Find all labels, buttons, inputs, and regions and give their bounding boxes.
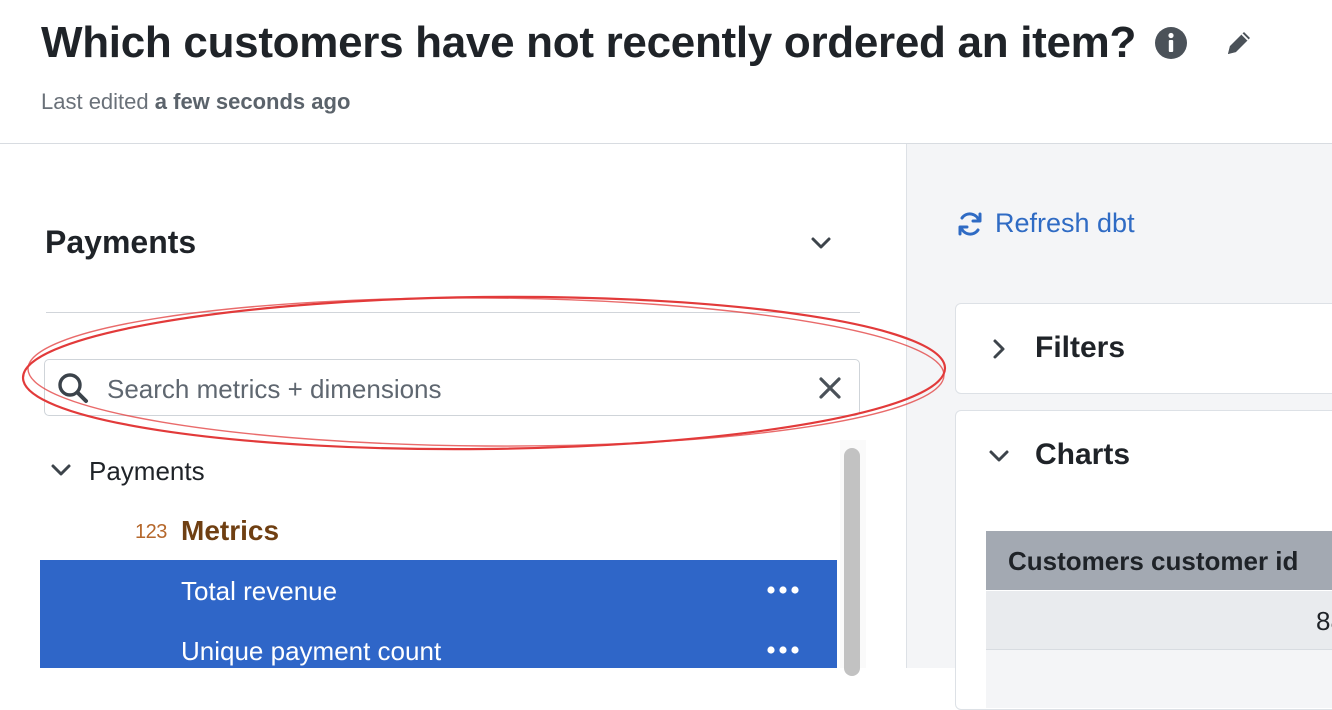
title-row: Which customers have not recently ordere… bbox=[41, 18, 1256, 68]
info-icon[interactable] bbox=[1154, 26, 1188, 60]
filters-title: Filters bbox=[1035, 331, 1126, 364]
page-header: Which customers have not recently ordere… bbox=[0, 0, 1332, 144]
page-title: Which customers have not recently ordere… bbox=[41, 18, 1137, 67]
chevron-down-icon[interactable] bbox=[46, 455, 76, 485]
field-tree: Payments 123 Metrics Total revenue Uniqu… bbox=[40, 440, 837, 668]
more-options-icon[interactable] bbox=[763, 638, 803, 662]
refresh-label: Refresh dbt bbox=[995, 208, 1135, 238]
close-icon[interactable] bbox=[815, 373, 845, 403]
charts-card: Charts Customers customer id 88 bbox=[955, 410, 1332, 710]
metrics-group-label: Metrics bbox=[181, 515, 280, 546]
table-row bbox=[986, 650, 1332, 708]
refresh-dbt-button[interactable]: Refresh dbt bbox=[955, 208, 1135, 239]
chevron-right-icon[interactable] bbox=[984, 334, 1014, 364]
tree-group-metrics[interactable]: 123 Metrics bbox=[40, 500, 837, 560]
field-label: Total revenue bbox=[181, 576, 338, 606]
chevron-down-icon[interactable] bbox=[806, 228, 836, 258]
last-edited: Last edited a few seconds ago bbox=[41, 89, 350, 115]
explore-sidebar: Payments Payments bbox=[0, 144, 907, 676]
chevron-down-icon[interactable] bbox=[984, 441, 1014, 471]
table-cell: 88 bbox=[1316, 606, 1332, 636]
search-box bbox=[44, 359, 860, 416]
numeric-type-icon: 123 bbox=[135, 521, 167, 543]
field-label: Unique payment count bbox=[181, 636, 442, 666]
charts-title: Charts bbox=[1035, 438, 1131, 471]
last-edited-prefix: Last edited bbox=[41, 89, 149, 114]
field-item-unique-payment-count[interactable]: Unique payment count bbox=[40, 620, 837, 668]
tree-table-payments[interactable]: Payments bbox=[40, 440, 837, 500]
sidebar-divider bbox=[46, 312, 860, 313]
field-item-total-revenue[interactable]: Total revenue bbox=[40, 560, 837, 620]
column-header-label: Customers customer id bbox=[1008, 546, 1299, 576]
filters-card[interactable]: Filters bbox=[955, 303, 1332, 394]
last-edited-value: a few seconds ago bbox=[154, 89, 351, 114]
search-icon bbox=[56, 371, 90, 405]
explore-title: Payments bbox=[45, 224, 197, 260]
main-panel: Refresh dbt Filters Charts Customers cus… bbox=[907, 144, 1332, 710]
more-options-icon[interactable] bbox=[763, 578, 803, 602]
results-column-header[interactable]: Customers customer id bbox=[986, 531, 1332, 590]
scrollbar-thumb[interactable] bbox=[844, 448, 860, 676]
table-label: Payments bbox=[89, 456, 205, 486]
refresh-icon bbox=[955, 209, 985, 239]
pencil-icon[interactable] bbox=[1222, 26, 1256, 60]
table-row: 88 bbox=[986, 591, 1332, 650]
search-input[interactable] bbox=[105, 368, 789, 410]
